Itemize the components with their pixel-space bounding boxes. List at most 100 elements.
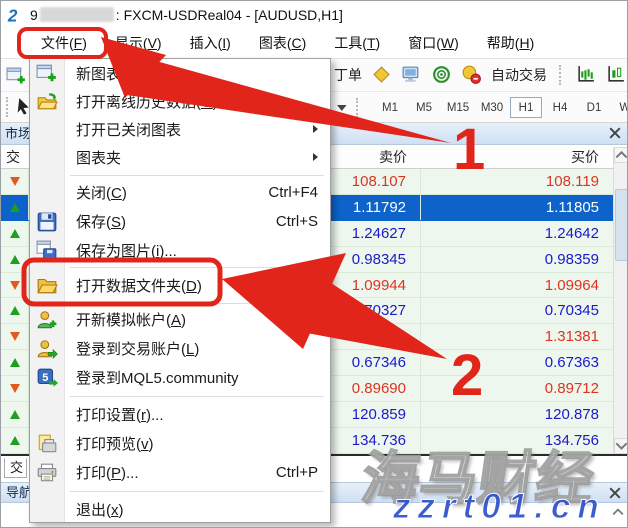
close-icon[interactable] bbox=[609, 487, 621, 499]
scrollbar-thumb[interactable] bbox=[615, 189, 628, 261]
menu-item-2[interactable]: 插入(I) bbox=[176, 29, 245, 57]
menu-item-shortcut: Ctrl+P bbox=[276, 464, 318, 481]
file-menu-item-9[interactable]: 打开数据文件夹(D) bbox=[30, 269, 330, 301]
new-chart-toolbar-icon[interactable] bbox=[6, 65, 27, 86]
signals-icon[interactable] bbox=[431, 64, 452, 85]
toolbar-gripper bbox=[559, 65, 564, 85]
menu-item-label: 打印(P)... bbox=[76, 462, 276, 483]
toolbar-gripper bbox=[6, 97, 11, 117]
submenu-arrow-icon bbox=[313, 153, 318, 161]
market-watch-title: 市场 bbox=[5, 126, 31, 141]
file-menu-item-16[interactable]: 打印预览(v) bbox=[30, 429, 330, 458]
symbol-column-header[interactable]: 交 bbox=[1, 147, 29, 167]
demo-account-icon bbox=[36, 309, 58, 331]
menu-item-1[interactable]: 显示(V) bbox=[101, 29, 176, 57]
market-watch-scrollbar[interactable] bbox=[613, 147, 628, 454]
trend-down-icon bbox=[1, 376, 29, 401]
svg-text:2: 2 bbox=[7, 6, 18, 24]
file-menu-item-6[interactable]: 保存(S)Ctrl+S bbox=[30, 207, 330, 236]
menu-item-shortcut: Ctrl+S bbox=[276, 213, 318, 230]
menu-item-3[interactable]: 图表(C) bbox=[245, 29, 320, 57]
timeframe-button-h1[interactable]: H1 bbox=[510, 97, 542, 118]
menu-item-5[interactable]: 窗口(W) bbox=[394, 29, 473, 57]
menu-separator bbox=[30, 392, 330, 400]
trend-up-icon bbox=[1, 221, 29, 246]
menu-item-label: 开新模拟帐户(A) bbox=[76, 309, 318, 330]
trend-down-icon bbox=[1, 273, 29, 298]
terminal-icon[interactable] bbox=[401, 64, 422, 85]
chevron-down-icon[interactable] bbox=[337, 105, 347, 111]
menu-item-label: 打开已关闭图表 bbox=[76, 119, 313, 140]
timeframe-button-m15[interactable]: M15 bbox=[442, 97, 474, 118]
trend-up-icon bbox=[1, 350, 29, 375]
menu-item-6[interactable]: 帮助(H) bbox=[473, 29, 548, 57]
new-order-button[interactable]: 丁单 bbox=[334, 65, 362, 85]
menu-item-4[interactable]: 工具(T) bbox=[320, 29, 394, 57]
buy-price: 120.878 bbox=[421, 402, 613, 427]
file-menu-item-5[interactable]: 关闭(C)Ctrl+F4 bbox=[30, 178, 330, 207]
timeframe-button-m1[interactable]: M1 bbox=[374, 97, 406, 118]
timeframe-button-w1[interactable]: W1 bbox=[612, 97, 628, 118]
account-prefix: 9 bbox=[30, 7, 38, 23]
menu-item-label: 新图表(N) bbox=[76, 63, 318, 84]
new-chart-icon bbox=[36, 62, 58, 84]
menu-separator bbox=[30, 487, 330, 495]
close-icon[interactable] bbox=[609, 127, 621, 139]
file-menu-item-19[interactable]: 退出(x) bbox=[30, 495, 330, 524]
buy-price: 108.119 bbox=[421, 169, 613, 194]
scroll-down-icon[interactable] bbox=[614, 438, 628, 454]
candlestick-chart-icon[interactable] bbox=[606, 64, 627, 85]
autotrading-icon[interactable] bbox=[461, 64, 482, 85]
file-menu-item-12[interactable]: 登录到交易账户(L) bbox=[30, 334, 330, 363]
menu-item-label: 保存(S) bbox=[76, 211, 276, 232]
save-icon bbox=[36, 211, 58, 233]
file-menu-item-11[interactable]: 开新模拟帐户(A) bbox=[30, 305, 330, 334]
timeframe-button-h4[interactable]: H4 bbox=[544, 97, 576, 118]
title-bar: 2 9 : FXCM-USDReal04 - [AUDUSD,H1] bbox=[1, 1, 628, 28]
autotrading-button[interactable]: 自动交易 bbox=[491, 65, 547, 85]
file-menu-item-7[interactable]: 保存为图片(i)... bbox=[30, 236, 330, 265]
print-preview-icon bbox=[36, 433, 58, 455]
timeframe-buttons: M1M5M15M30H1H4D1W1 bbox=[374, 97, 628, 118]
mt4-window: 2 9 : FXCM-USDReal04 - [AUDUSD,H1] 文件(F)… bbox=[0, 0, 628, 528]
buy-price: 1.09964 bbox=[421, 273, 613, 298]
metaeditor-icon[interactable] bbox=[371, 64, 392, 85]
trend-up-icon bbox=[1, 298, 29, 323]
file-menu-item-0[interactable]: 新图表(N) bbox=[30, 59, 330, 87]
buy-price: 134.756 bbox=[421, 428, 613, 453]
window-title: 9 : FXCM-USDReal04 - [AUDUSD,H1] bbox=[30, 7, 343, 23]
file-menu-item-2[interactable]: 打开已关闭图表 bbox=[30, 115, 330, 143]
buy-price: 1.24642 bbox=[421, 221, 613, 246]
menu-bar: 文件(F)显示(V)插入(I)图表(C)工具(T)窗口(W)帮助(H) bbox=[1, 28, 628, 58]
buy-column-header[interactable]: 买价 bbox=[421, 147, 613, 167]
timeframe-button-d1[interactable]: D1 bbox=[578, 97, 610, 118]
open-folder-icon bbox=[36, 274, 58, 296]
file-menu-item-13[interactable]: 5登录到MQL5.community bbox=[30, 363, 330, 392]
market-watch-symbols-tab[interactable]: 交 bbox=[4, 458, 27, 478]
redacted-account-number bbox=[40, 7, 114, 22]
timeframe-button-m5[interactable]: M5 bbox=[408, 97, 440, 118]
file-menu-item-3[interactable]: 图表夹 bbox=[30, 143, 330, 171]
file-menu-dropdown: 新图表(N)打开离线历史数据(O)打开已关闭图表图表夹关闭(C)Ctrl+F4保… bbox=[29, 58, 331, 523]
scroll-up-icon[interactable] bbox=[612, 508, 624, 516]
trend-up-icon bbox=[1, 428, 29, 453]
menu-item-label: 登录到MQL5.community bbox=[76, 367, 318, 388]
file-menu-item-1[interactable]: 打开离线历史数据(O) bbox=[30, 87, 330, 115]
buy-price: 1.31381 bbox=[421, 324, 613, 349]
trend-up-icon bbox=[1, 247, 29, 272]
menu-item-label: 打印设置(r)... bbox=[76, 404, 318, 425]
buy-price: 0.67363 bbox=[421, 350, 613, 375]
buy-price: 0.98359 bbox=[421, 247, 613, 272]
file-menu-item-15[interactable]: 打印设置(r)... bbox=[30, 400, 330, 429]
bar-chart-icon[interactable] bbox=[576, 64, 597, 85]
submenu-arrow-icon bbox=[313, 125, 318, 133]
save-picture-icon bbox=[36, 240, 58, 262]
timeframe-button-m30[interactable]: M30 bbox=[476, 97, 508, 118]
menu-separator bbox=[30, 171, 330, 178]
file-menu-item-17[interactable]: 打印(P)...Ctrl+P bbox=[30, 458, 330, 487]
menu-item-0[interactable]: 文件(F) bbox=[27, 29, 101, 57]
buy-price: 0.89712 bbox=[421, 376, 613, 401]
scroll-up-icon[interactable] bbox=[614, 147, 628, 163]
menu-item-label: 打开离线历史数据(O) bbox=[76, 91, 318, 112]
menu-item-label: 关闭(C) bbox=[76, 182, 268, 203]
